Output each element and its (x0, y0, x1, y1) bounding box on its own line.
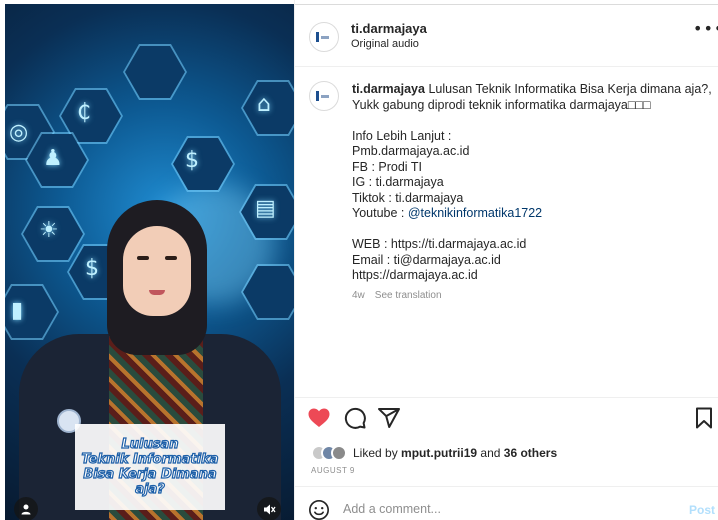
caption-line: ti.darmajaya Lulusan Teknik Informatika … (352, 82, 712, 98)
actions-divider (295, 397, 718, 398)
likes-and: and (480, 446, 501, 460)
post-caption: ti.darmajaya Lulusan Teknik Informatika … (352, 82, 712, 284)
account-avatar[interactable] (309, 22, 339, 52)
post-date[interactable]: AUGUST 9 (311, 466, 355, 475)
caption-meta: 4w See translation (352, 290, 442, 301)
liker-username[interactable]: mput.putrii19 (401, 446, 477, 460)
darmajaya-logo-icon (316, 31, 332, 43)
youtube-mention-link[interactable]: @teknikinformatika1722 (408, 206, 542, 220)
likes-text: Liked by mput.putrii19 and 36 others (353, 446, 557, 460)
caption-line: Tiktok : ti.darmajaya (352, 190, 464, 205)
video-text-overlay: Lulusan Teknik Informatika Bisa Kerja Di… (75, 424, 225, 510)
reel-video[interactable]: ◎ ₵ ♟ $ ⌂ ☀ $ ▤ ▮ Lulusan Teknik Informa… (5, 4, 294, 520)
lightbulb-icon: ☀ (39, 218, 59, 243)
likes-others-link[interactable]: 36 others (504, 446, 557, 460)
header-username[interactable]: ti.darmajaya (351, 21, 427, 36)
emoji-icon[interactable] (308, 499, 330, 520)
presenter-mouth (149, 290, 165, 295)
caption-line: Info Lebih Lanjut : (352, 128, 452, 143)
panel-divider (294, 0, 295, 520)
likes-prefix: Liked by (353, 446, 398, 460)
liker-avatar[interactable] (331, 445, 347, 461)
heart-icon[interactable] (307, 406, 331, 430)
presenter-eye (165, 256, 177, 260)
video-hex (171, 136, 235, 192)
caption-line: Yukk gabung diprodi teknik informatika d… (352, 97, 651, 112)
bookmark-icon[interactable] (692, 406, 716, 430)
presenter-face (123, 226, 191, 316)
dollar-chart-icon: ₵ (77, 100, 91, 125)
comment-icon[interactable] (343, 406, 367, 430)
post-age[interactable]: 4w (352, 290, 365, 301)
target-icon: ◎ (9, 120, 29, 145)
caption-line: Youtube : @teknikinformatika1722 (352, 206, 702, 222)
caption-text: Youtube : (352, 206, 408, 220)
store-icon: ⌂ (257, 92, 271, 117)
caption-line: Pmb.darmajaya.ac.id (352, 144, 470, 158)
chart-icon: ▮ (11, 298, 24, 323)
muted-speaker-icon[interactable] (257, 497, 281, 520)
caption-line: IG : ti.darmajaya (352, 175, 444, 189)
presenter-eye (137, 256, 149, 260)
original-audio-link[interactable]: Original audio (351, 38, 419, 50)
caption-username[interactable]: ti.darmajaya (352, 82, 425, 96)
caption-line: FB : Prodi TI (352, 159, 422, 174)
see-translation-button[interactable]: See translation (375, 290, 442, 301)
comment-divider (295, 486, 718, 487)
caption-avatar[interactable] (309, 81, 339, 111)
caption-gap (352, 222, 702, 238)
caption-gap (352, 113, 702, 129)
video-hex (123, 44, 187, 100)
darmajaya-logo-icon (316, 90, 332, 102)
more-options-icon[interactable]: ••• (693, 21, 718, 37)
likes-summary: Liked by mput.putrii19 and 36 others (311, 444, 557, 462)
top-border (295, 4, 718, 5)
header-divider (295, 66, 718, 67)
comment-input[interactable] (343, 502, 643, 516)
share-icon[interactable] (377, 406, 401, 430)
caption-line: WEB : https://ti.darmajaya.ac.id (352, 237, 527, 251)
person-icon: ♟ (43, 146, 63, 171)
video-overlay-text: Lulusan Teknik Informatika Bisa Kerja Di… (81, 436, 219, 497)
webpage-icon: ▤ (255, 196, 276, 221)
caption-line: https://darmajaya.ac.id (352, 268, 478, 282)
caption-line: Email : ti@darmajaya.ac.id (352, 252, 501, 267)
post-comment-button[interactable]: Post (689, 503, 715, 517)
user-icon[interactable] (14, 497, 38, 520)
caption-text: Lulusan Teknik Informatika Bisa Kerja di… (428, 82, 712, 96)
dollar-icon: $ (85, 256, 99, 281)
dollar-search-icon: $ (185, 148, 199, 173)
